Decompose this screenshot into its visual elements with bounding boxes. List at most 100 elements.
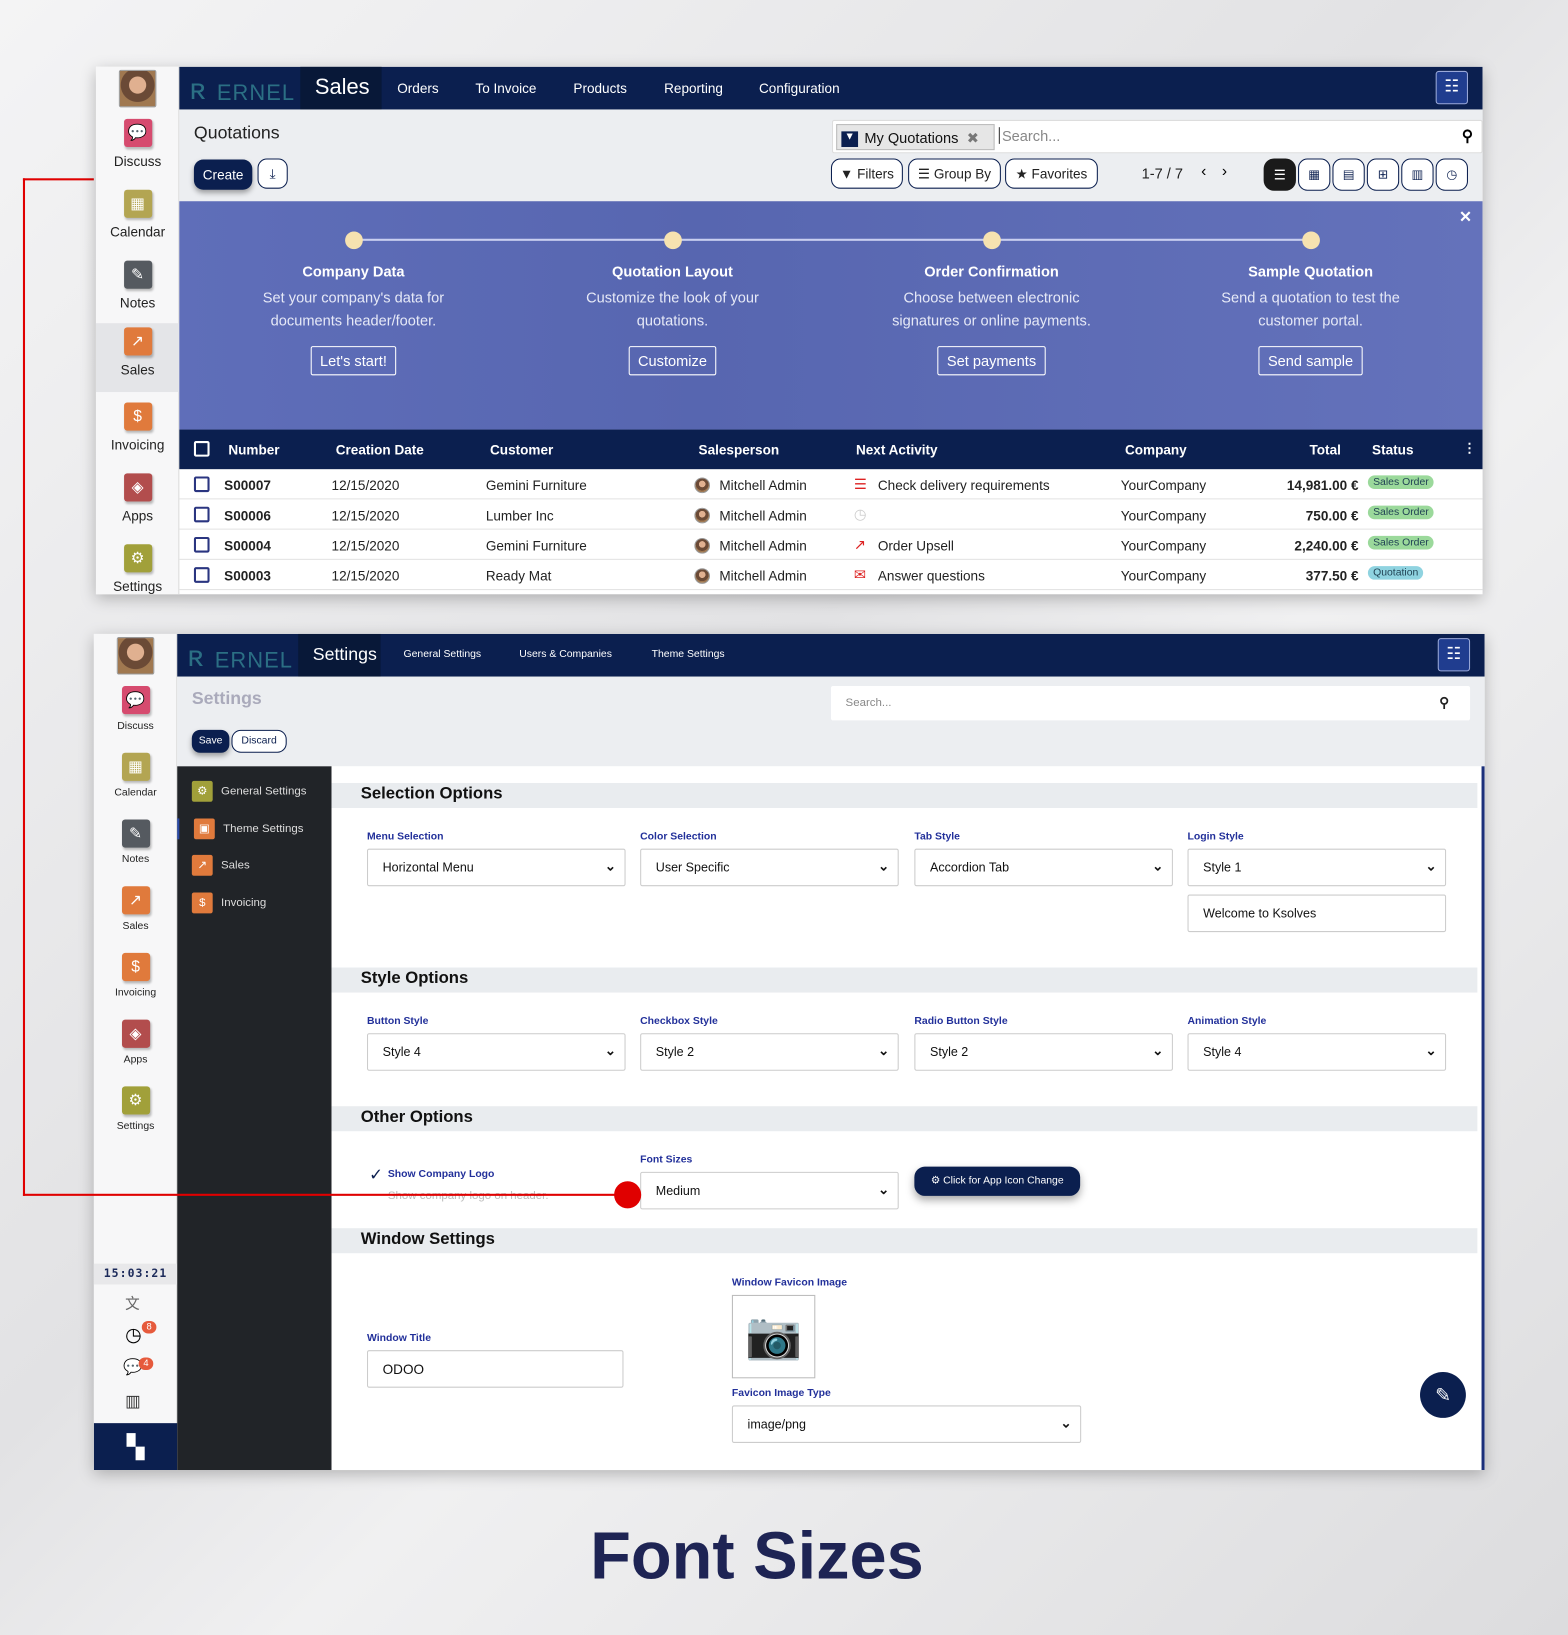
search-input[interactable]: Search...: [998, 127, 1060, 144]
menu-users-companies[interactable]: Users & Companies: [519, 648, 612, 659]
sidebar-item-discuss[interactable]: 💬 Discuss: [96, 118, 179, 184]
view-list-icon[interactable]: ☰: [1263, 158, 1296, 191]
sidebar-item-invoicing[interactable]: $ Invoicing: [94, 952, 177, 1016]
sidebar-item-discuss[interactable]: 💬 Discuss: [94, 686, 177, 749]
table-row[interactable]: S00003 12/15/2020 Ready Mat Mitchell Admin ✉…: [179, 560, 1483, 591]
search-facet[interactable]: ▼ My Quotations ✖: [836, 124, 995, 151]
search-bar[interactable]: ▼ My Quotations ✖ Search... ⚲: [831, 119, 1483, 154]
row-checkbox[interactable]: [193, 567, 210, 583]
sidebar-item-calendar[interactable]: ▦ Calendar: [96, 189, 179, 255]
user-avatar[interactable]: [118, 69, 157, 108]
login-text-input[interactable]: Welcome to Ksolves: [1187, 894, 1447, 933]
group-by-button[interactable]: ☰ Group By: [908, 158, 1001, 189]
favicon-upload-image[interactable]: 📷: [731, 1294, 816, 1379]
font-size-select[interactable]: Medium ⌄: [640, 1171, 899, 1210]
view-pivot-icon[interactable]: ⊞: [1366, 158, 1400, 191]
sidebar-item-apps[interactable]: ◈ Apps: [94, 1019, 177, 1083]
menu-products[interactable]: Products: [573, 80, 626, 96]
clock-icon[interactable]: ◷: [854, 506, 867, 524]
tab-style-select[interactable]: Accordion Tab ⌄: [914, 848, 1173, 887]
color-selection-select[interactable]: User Specific ⌄: [640, 848, 899, 887]
step-button[interactable]: Customize: [628, 346, 717, 376]
view-activity-icon[interactable]: ◷: [1435, 158, 1468, 191]
filters-button[interactable]: ▼ Filters: [830, 158, 903, 189]
search-input[interactable]: Search... ⚲: [830, 686, 1471, 721]
close-banner-icon[interactable]: ✕: [1459, 207, 1472, 227]
discard-button[interactable]: Discard: [231, 729, 287, 753]
language-icon[interactable]: 文: [125, 1293, 140, 1314]
customize-toggle-button[interactable]: ☷: [1437, 638, 1471, 672]
window-title-input[interactable]: ODOO: [366, 1350, 624, 1388]
login-style-select[interactable]: Style 1 ⌄: [1187, 848, 1447, 887]
settings-menu-sales[interactable]: ↗ Sales: [191, 854, 250, 876]
optional-columns-icon[interactable]: ⋮: [1463, 440, 1477, 457]
pager-next-icon[interactable]: ›: [1222, 163, 1227, 181]
menu-theme-settings[interactable]: Theme Settings: [652, 648, 725, 659]
company-icon[interactable]: ▥: [125, 1391, 141, 1412]
step-button[interactable]: Send sample: [1258, 346, 1363, 376]
menu-to-invoice[interactable]: To Invoice: [475, 80, 536, 96]
button-style-select[interactable]: Style 4 ⌄: [366, 1033, 626, 1071]
quick-note-button[interactable]: ✎: [1420, 1372, 1466, 1418]
customize-toggle-button[interactable]: ☷: [1435, 70, 1468, 105]
column-header[interactable]: Creation Date: [336, 442, 424, 458]
menu-reporting[interactable]: Reporting: [664, 80, 723, 96]
app-drawer-button[interactable]: ▚: [93, 1423, 178, 1471]
table-row[interactable]: S00007 12/15/2020 Gemini Furniture Mitchell…: [179, 469, 1483, 500]
save-button[interactable]: Save: [191, 729, 230, 753]
favicon-type-select[interactable]: image/png ⌄: [731, 1405, 1082, 1443]
user-avatar[interactable]: [116, 637, 155, 675]
table-row[interactable]: S00006 12/15/2020 Lumber Inc Mitchell Admin…: [179, 499, 1483, 530]
step-button[interactable]: Let's start!: [310, 346, 397, 376]
menu-configuration[interactable]: Configuration: [759, 80, 840, 96]
column-header[interactable]: Total: [1310, 442, 1341, 458]
radio-style-select[interactable]: Style 2 ⌄: [914, 1033, 1173, 1071]
app-icon-change-button[interactable]: ⚙ Click for App Icon Change: [914, 1166, 1081, 1196]
settings-menu-theme-settings[interactable]: ▣ Theme Settings: [177, 817, 303, 839]
column-header[interactable]: Status: [1372, 442, 1413, 458]
favorites-button[interactable]: ★ Favorites: [1005, 158, 1098, 189]
view-calendar-icon[interactable]: ▤: [1332, 158, 1365, 191]
settings-menu-general-settings[interactable]: ⚙ General Settings: [191, 780, 306, 802]
view-kanban-icon[interactable]: ▦: [1298, 158, 1331, 191]
search-icon[interactable]: ⚲: [1439, 694, 1449, 711]
view-graph-icon[interactable]: ▥: [1401, 158, 1434, 191]
app-title[interactable]: Settings: [313, 644, 377, 665]
pager-prev-icon[interactable]: ‹: [1201, 163, 1206, 181]
download-icon[interactable]: ⤓: [257, 158, 288, 189]
select-all-checkbox[interactable]: [193, 441, 210, 457]
menu-selection-select[interactable]: Horizontal Menu ⌄: [366, 848, 626, 887]
sidebar-item-notes[interactable]: ✎ Notes: [96, 260, 179, 326]
checkbox-style-select[interactable]: Style 2 ⌄: [640, 1033, 899, 1071]
sidebar-item-apps[interactable]: ◈ Apps: [96, 473, 179, 538]
settings-menu-invoicing[interactable]: $ Invoicing: [191, 891, 266, 913]
sidebar-item-sales[interactable]: ↗ Sales: [95, 323, 180, 393]
activity-clock-icon[interactable]: ◷: [125, 1324, 141, 1346]
animation-style-select[interactable]: Style 4 ⌄: [1187, 1033, 1447, 1071]
app-title[interactable]: Sales: [315, 75, 370, 100]
sidebar-item-sales[interactable]: ↗ Sales: [94, 886, 177, 949]
upsell-chart-icon[interactable]: ↗: [854, 536, 866, 554]
column-header[interactable]: Company: [1125, 442, 1187, 458]
row-checkbox[interactable]: [193, 506, 210, 523]
sidebar-item-settings[interactable]: ⚙ Settings: [94, 1086, 177, 1149]
remove-facet-icon[interactable]: ✖: [967, 129, 979, 146]
column-header[interactable]: Number: [228, 442, 279, 458]
search-icon[interactable]: ⚲: [1462, 126, 1473, 145]
table-row[interactable]: S00004 12/15/2020 Gemini Furniture Mitchell…: [179, 530, 1483, 560]
column-header[interactable]: Customer: [490, 442, 553, 458]
sidebar-item-calendar[interactable]: ▦ Calendar: [94, 752, 177, 816]
row-checkbox[interactable]: [193, 536, 210, 553]
sidebar-item-notes[interactable]: ✎ Notes: [94, 819, 177, 882]
column-header[interactable]: Salesperson: [699, 442, 780, 458]
menu-general-settings[interactable]: General Settings: [403, 648, 481, 659]
checklist-icon[interactable]: ☰: [854, 475, 867, 493]
sidebar-item-settings[interactable]: ⚙ Settings: [96, 544, 179, 594]
column-header[interactable]: Next Activity: [856, 442, 938, 458]
sidebar-item-invoicing[interactable]: $ Invoicing: [96, 402, 179, 467]
show-logo-checkbox[interactable]: ✓: [369, 1165, 383, 1186]
create-button[interactable]: Create: [193, 159, 253, 190]
row-checkbox[interactable]: [193, 476, 210, 493]
menu-orders[interactable]: Orders: [397, 80, 438, 96]
step-button[interactable]: Set payments: [937, 346, 1046, 376]
